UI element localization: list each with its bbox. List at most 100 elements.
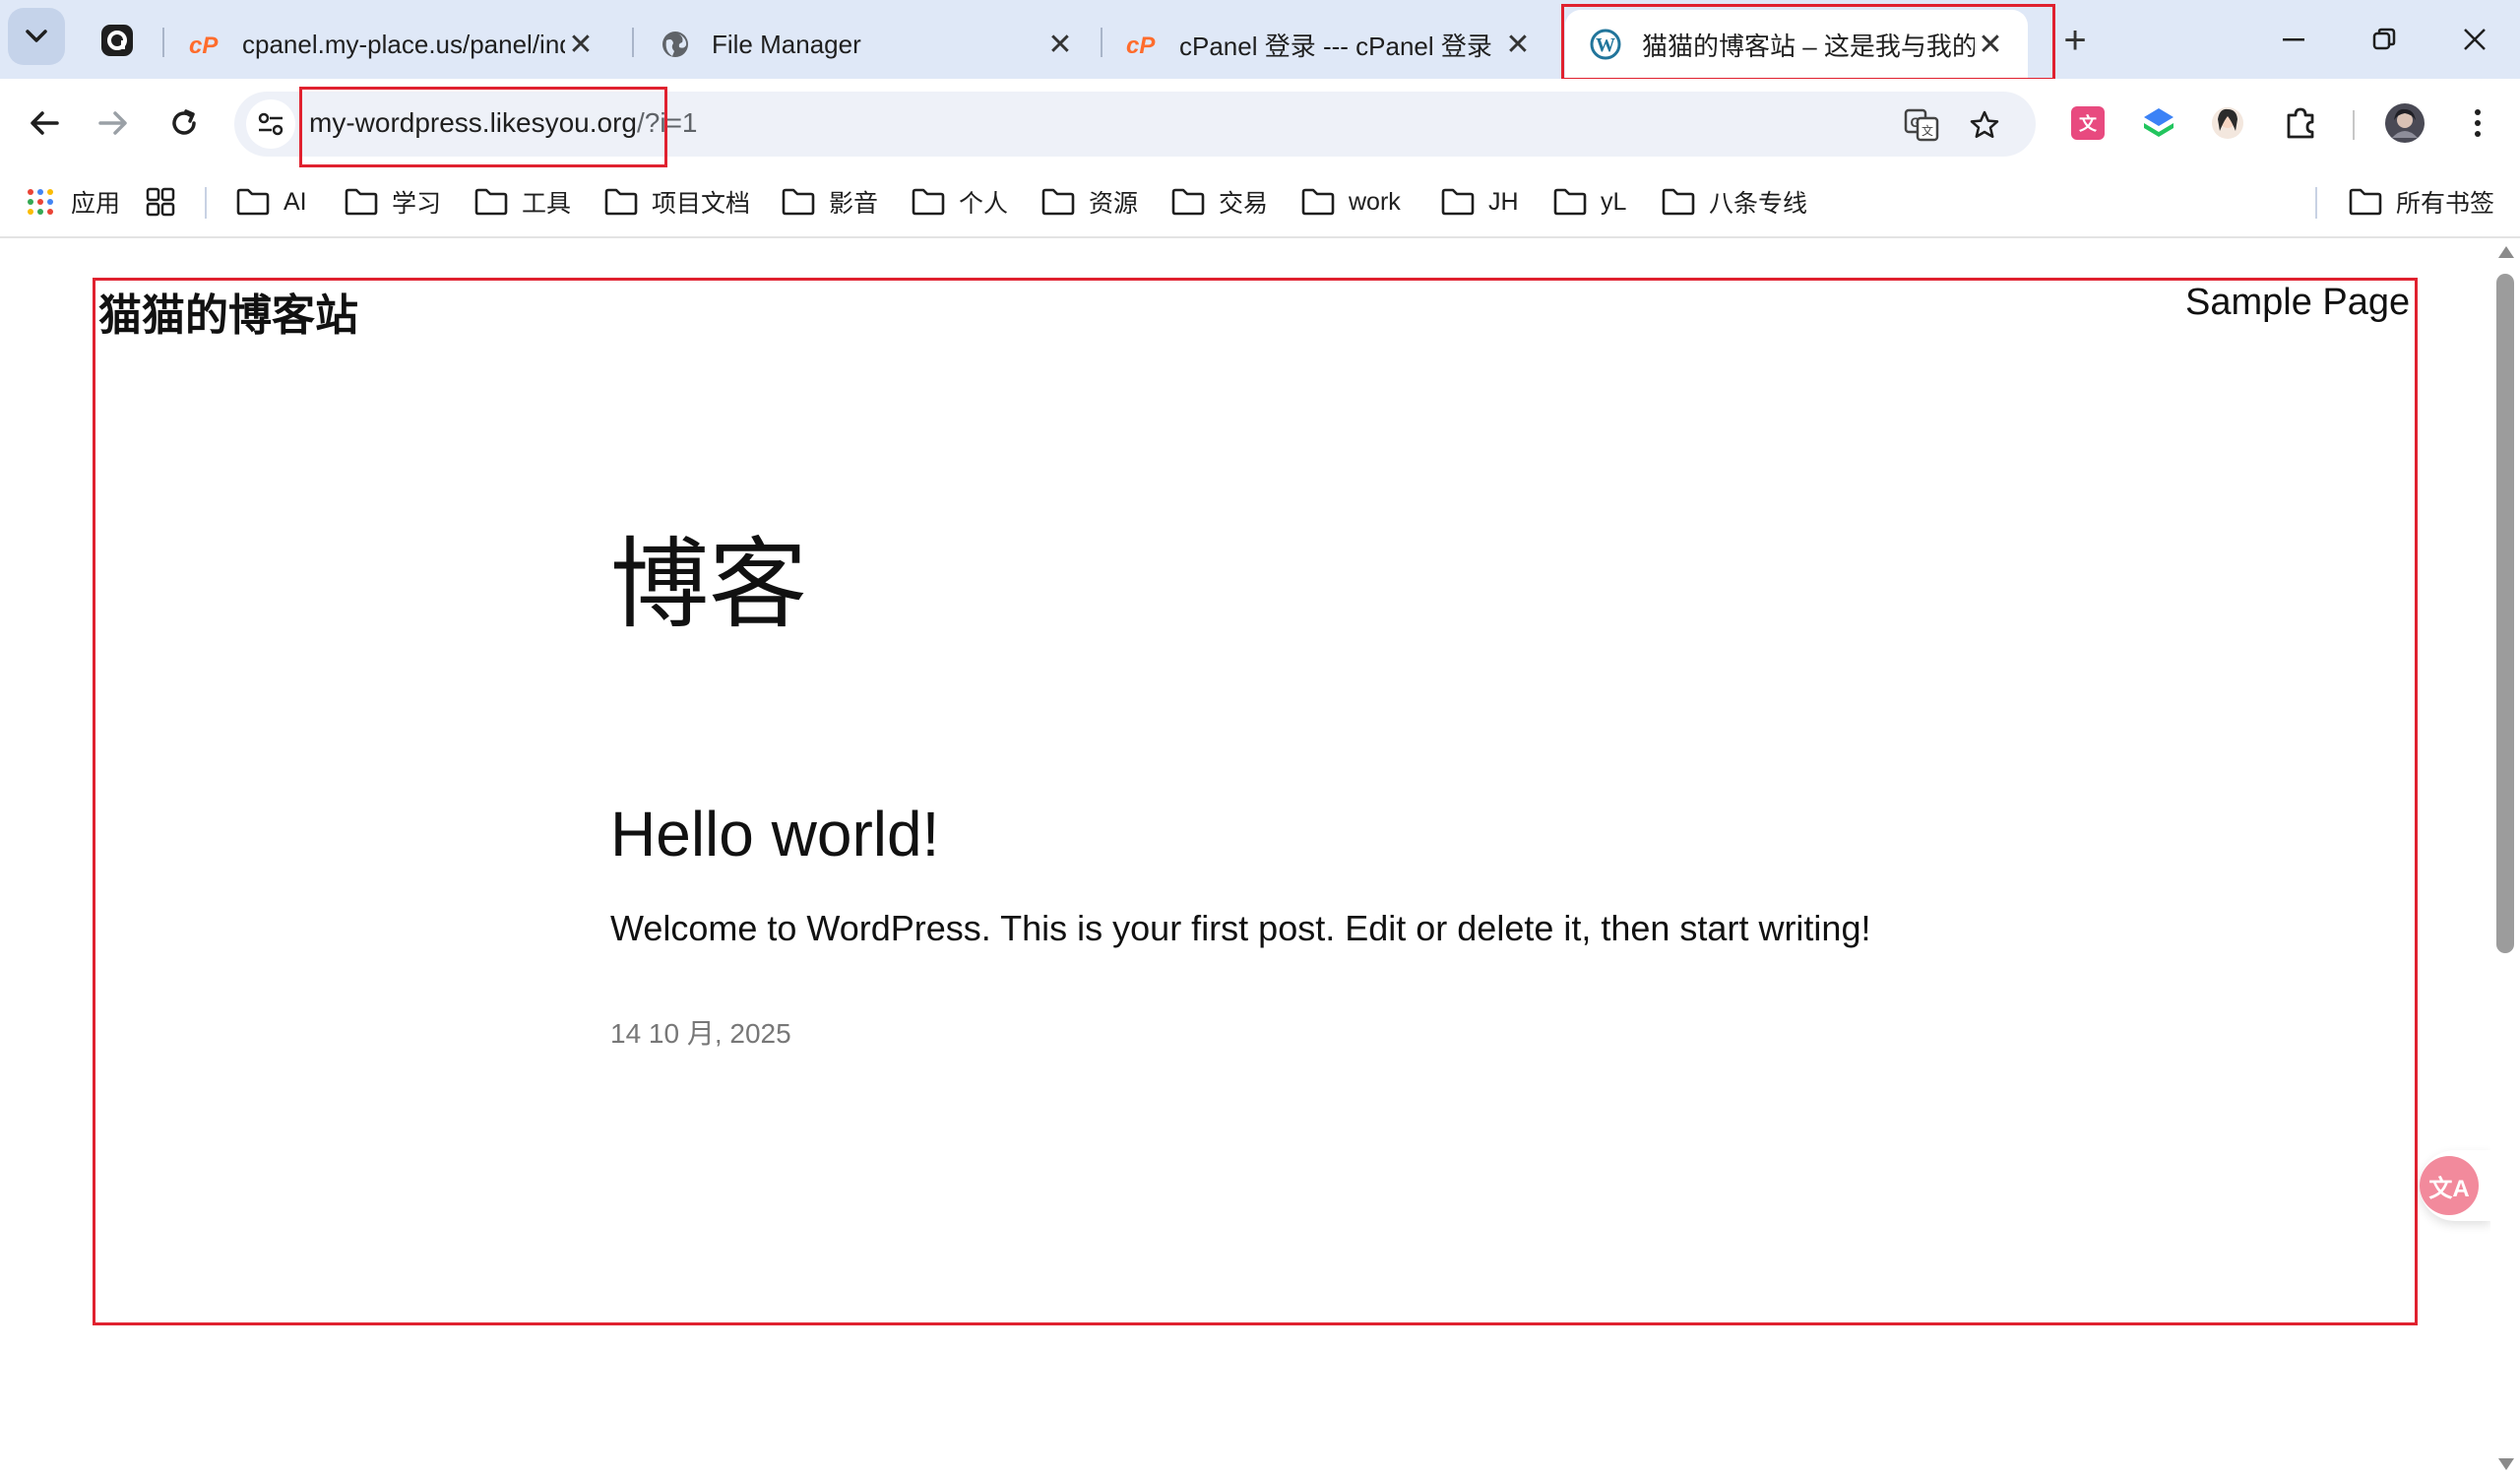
bookmark-folder-docs[interactable]: 项目文档 (604, 181, 750, 223)
site-title[interactable]: 猫猫的博客站 (98, 280, 358, 343)
url-text[interactable]: my-wordpress.likesyou.org/?i=1 (309, 107, 698, 139)
browser-menu-button[interactable] (2455, 100, 2500, 146)
forward-button[interactable] (89, 98, 138, 148)
new-tab-button[interactable]: + (2052, 18, 2098, 63)
toolbar-separator (2353, 110, 2355, 140)
bookmark-all-bookmarks[interactable]: 所有书签 (2349, 181, 2494, 223)
folder-icon (912, 188, 945, 216)
restore-button[interactable] (2355, 14, 2414, 65)
bookmark-folder-work[interactable]: work (1301, 181, 1401, 223)
folder-icon (604, 188, 638, 216)
apps-grid-icon (24, 188, 57, 216)
bookmark-folder-personal[interactable]: 个人 (912, 181, 1008, 223)
minimize-icon (2283, 38, 2304, 41)
close-icon[interactable]: ✕ (565, 29, 597, 61)
close-icon[interactable]: ✕ (1044, 29, 1076, 61)
post-title[interactable]: Hello world! (610, 798, 939, 870)
arrow-right-icon (98, 111, 127, 135)
close-window-button[interactable] (2445, 14, 2504, 65)
page-title: 博客 (610, 530, 807, 640)
bookmark-label: 资源 (1089, 190, 1139, 218)
scrollbar-thumb[interactable] (2496, 274, 2514, 953)
folder-icon (1301, 188, 1335, 216)
bookmark-label: work (1349, 187, 1401, 216)
bookmarks-separator (205, 187, 207, 219)
bookmark-star-button[interactable] (1963, 103, 2006, 147)
layers-extension-icon (2144, 108, 2174, 137)
translate-page-button[interactable]: G文 (1900, 103, 1943, 147)
extensions-button[interactable] (2278, 100, 2323, 146)
bookmark-folder-trading[interactable]: 交易 (1171, 181, 1268, 223)
close-icon[interactable]: ✕ (1502, 29, 1534, 61)
bookmark-folder-resources[interactable]: 资源 (1041, 181, 1138, 223)
folder-icon (345, 188, 378, 216)
close-icon (2464, 29, 2486, 50)
tab-separator (632, 28, 634, 57)
nav-link-sample-page[interactable]: Sample Page (2185, 282, 2410, 324)
pinned-tab[interactable] (91, 14, 144, 67)
bookmark-tab-groups[interactable] (144, 181, 191, 223)
close-icon[interactable]: ✕ (1975, 29, 2006, 61)
svg-text:文: 文 (1922, 123, 1933, 138)
bookmark-folder-ai[interactable]: AI (236, 181, 307, 223)
bookmark-folder-special-line[interactable]: 八条专线 (1662, 181, 1807, 223)
bookmarks-bar: 应用 AI 学习 工具 项目文档 影音 个人 资源 交易 work JH yL … (0, 167, 2520, 238)
bookmark-label: 交易 (1219, 190, 1269, 218)
tab-file-manager[interactable]: File Manager ✕ (635, 10, 1098, 79)
url-path: /?i=1 (637, 107, 698, 138)
folder-icon (1041, 188, 1075, 216)
floating-translate-button[interactable]: 文A (2420, 1150, 2490, 1221)
wordpress-icon: W (1589, 28, 1622, 61)
tab-title: File Manager (712, 29, 861, 59)
extension-avatar[interactable] (2205, 100, 2250, 146)
tab-search-button[interactable] (8, 8, 65, 65)
scroll-down-arrow-icon[interactable] (2498, 1458, 2514, 1470)
url-host: my-wordpress.likesyou.org (309, 107, 637, 138)
puzzle-icon (2287, 107, 2314, 139)
extension-layers[interactable] (2136, 100, 2181, 146)
star-icon (1970, 110, 1999, 139)
bookmark-folder-study[interactable]: 学习 (345, 181, 441, 223)
bookmark-apps[interactable]: 应用 (24, 181, 120, 223)
tune-icon (258, 112, 284, 136)
bookmark-folder-yl[interactable]: yL (1553, 181, 1626, 223)
bookmark-folder-tools[interactable]: 工具 (474, 181, 571, 223)
back-button[interactable] (20, 98, 69, 148)
tab-wordpress-blog[interactable]: W 猫猫的博客站 – 这是我与我的猫 ✕ (1565, 10, 2028, 79)
bookmark-label: 学习 (392, 190, 442, 218)
tab-separator (162, 28, 164, 57)
translate-icon: 文A (2420, 1156, 2479, 1215)
reload-icon (172, 109, 196, 135)
tab-cpanel-login[interactable]: cP cPanel 登录 --- cPanel 登录 ✕ (1102, 10, 1555, 79)
bookmark-label: 项目文档 (652, 190, 751, 218)
folder-icon (782, 188, 815, 216)
folder-icon (1441, 188, 1475, 216)
reload-button[interactable] (159, 98, 209, 148)
restore-icon (2372, 28, 2396, 50)
page-scrollbar[interactable] (2490, 238, 2520, 1480)
folder-icon (1553, 188, 1587, 216)
folder-icon (2349, 188, 2382, 216)
minimize-button[interactable] (2264, 14, 2323, 65)
highlight-page-content (93, 278, 2418, 1325)
pinned-app-icon (101, 25, 133, 56)
bookmark-folder-media[interactable]: 影音 (782, 181, 878, 223)
tab-title: cpanel.my-place.us/panel/index (242, 29, 565, 59)
scroll-up-arrow-icon[interactable] (2498, 246, 2514, 258)
bookmark-label: 八条专线 (1709, 190, 1808, 218)
folder-icon (1171, 188, 1205, 216)
tab-cpanel-index[interactable]: cP cpanel.my-place.us/panel/index ✕ (165, 10, 618, 79)
address-bar[interactable]: my-wordpress.likesyou.org/?i=1 G文 (234, 92, 2036, 157)
bookmark-label: 工具 (522, 190, 572, 218)
tab-title: 猫猫的博客站 – 这是我与我的猫 (1642, 31, 1975, 61)
translate-extension-icon: 文 (2071, 106, 2105, 140)
folder-icon (236, 188, 270, 216)
site-info-button[interactable] (246, 99, 295, 149)
more-vertical-icon (2475, 109, 2481, 137)
tab-title: cPanel 登录 --- cPanel 登录 (1179, 31, 1492, 61)
profile-avatar[interactable] (2382, 100, 2427, 146)
bookmark-label: 应用 (71, 190, 121, 218)
tab-strip: cP cpanel.my-place.us/panel/index ✕ File… (0, 0, 2520, 81)
extension-translate[interactable]: 文 (2065, 100, 2110, 146)
bookmark-folder-jh[interactable]: JH (1441, 181, 1519, 223)
